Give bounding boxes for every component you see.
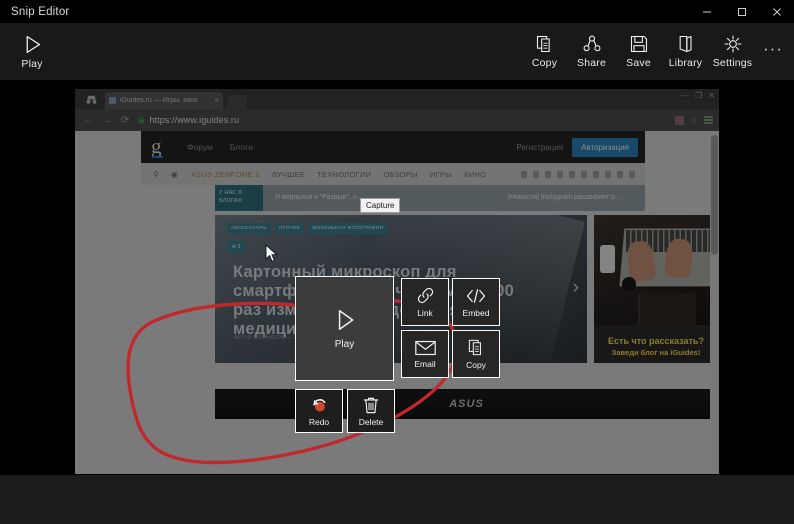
popup-link-button[interactable]: Link <box>401 278 449 326</box>
toolbar-play-button[interactable]: Play <box>8 27 56 77</box>
snip-editor-window: Snip Editor Play Copy Share Save Library… <box>0 0 794 524</box>
embed-icon <box>466 288 486 303</box>
popup-play-label: Play <box>334 339 355 350</box>
play-icon <box>26 35 40 53</box>
minimize-button[interactable] <box>689 0 724 23</box>
toolbar-settings-label: Settings <box>712 57 753 69</box>
trash-icon <box>363 397 379 413</box>
toolbar-settings-button[interactable]: Settings <box>709 27 756 77</box>
window-controls <box>689 0 794 23</box>
email-icon <box>414 340 436 355</box>
title-bar: Snip Editor <box>0 0 794 23</box>
redo-icon <box>312 398 325 412</box>
popup-link-label: Link <box>417 308 433 318</box>
toolbar-save-label: Save <box>626 57 651 69</box>
toolbar-share-button[interactable]: Share <box>568 27 615 77</box>
popup-copy-button[interactable]: Copy <box>452 330 500 378</box>
close-icon <box>772 7 781 16</box>
toolbar-actions: Copy Share Save Library Settings ··· <box>521 24 794 80</box>
popup-delete-label: Delete <box>358 416 384 427</box>
copy-icon <box>468 339 481 356</box>
toolbar-more-button[interactable]: ··· <box>756 24 790 80</box>
save-icon <box>630 35 647 53</box>
popup-embed-label: Embed <box>462 307 490 318</box>
close-button[interactable] <box>759 0 794 23</box>
toolbar-play-label: Play <box>21 57 43 70</box>
popup-embed-button[interactable]: Embed <box>452 278 500 326</box>
popup-redo-label: Redo <box>308 416 330 427</box>
link-icon <box>417 287 433 304</box>
library-icon <box>679 35 692 53</box>
popup-copy-label: Copy <box>466 360 486 370</box>
gear-icon <box>724 35 741 53</box>
copy-icon <box>536 35 550 53</box>
toolbar-library-button[interactable]: Library <box>662 27 709 77</box>
toolbar-copy-button[interactable]: Copy <box>521 27 568 77</box>
main-toolbar: Play Copy Share Save Library Settings ··… <box>0 23 794 80</box>
toolbar-share-label: Share <box>576 57 607 69</box>
popup-delete-button[interactable]: Delete <box>347 389 395 433</box>
play-icon <box>338 310 353 330</box>
window-title: Snip Editor <box>11 5 70 18</box>
minimize-icon <box>702 11 711 12</box>
popup-email-label: Email <box>414 358 436 369</box>
maximize-button[interactable] <box>724 0 759 23</box>
share-popup: Play Link Embed Email Copy Redo Delete <box>0 80 794 475</box>
share-icon <box>583 35 600 52</box>
popup-play-button[interactable]: Play <box>295 276 394 381</box>
toolbar-library-label: Library <box>668 57 703 69</box>
toolbar-copy-label: Copy <box>531 57 558 69</box>
toolbar-save-button[interactable]: Save <box>615 27 662 77</box>
maximize-icon <box>737 7 746 16</box>
popup-redo-button[interactable]: Redo <box>295 389 343 433</box>
popup-email-button[interactable]: Email <box>401 330 449 378</box>
